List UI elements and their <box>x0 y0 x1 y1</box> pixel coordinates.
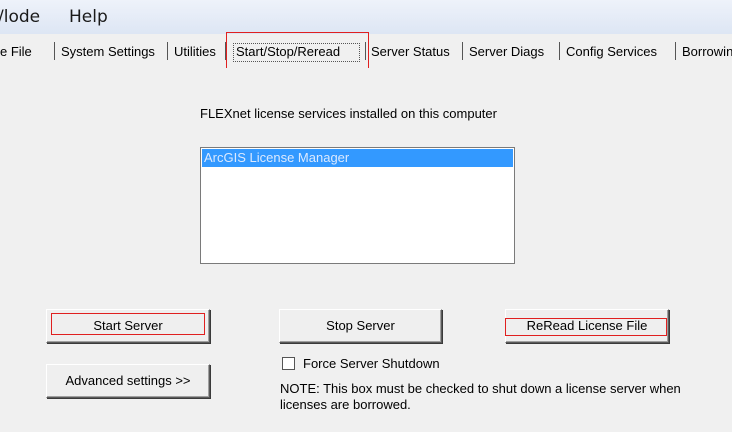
tab-config-services[interactable]: Config Services <box>566 44 657 59</box>
service-item-arcgis[interactable]: ArcGIS License Manager <box>202 149 513 167</box>
stop-server-button[interactable]: Stop Server <box>279 309 442 343</box>
advanced-settings-button[interactable]: Advanced settings >> <box>46 364 210 398</box>
borrow-note: NOTE: This box must be checked to shut d… <box>280 381 681 412</box>
force-shutdown-checkbox[interactable] <box>282 357 295 370</box>
menu-help[interactable]: Help <box>69 7 108 27</box>
tab-separator <box>54 42 55 60</box>
tab-utilities[interactable]: Utilities <box>174 44 216 59</box>
tab-separator <box>167 42 168 60</box>
tab-separator <box>559 42 560 60</box>
tab-server-diags[interactable]: Server Diags <box>469 44 544 59</box>
reread-license-button[interactable]: ReRead License File <box>505 309 669 343</box>
tab-license-file[interactable]: e File <box>0 44 32 59</box>
tab-separator <box>462 42 463 60</box>
start-server-button[interactable]: Start Server <box>46 309 210 343</box>
tab-separator <box>675 42 676 60</box>
tab-server-status[interactable]: Server Status <box>371 44 450 59</box>
menu-mode[interactable]: /lode <box>0 7 40 27</box>
tab-system-settings[interactable]: System Settings <box>61 44 155 59</box>
tab-borrowing[interactable]: Borrowin <box>682 44 732 59</box>
services-list[interactable]: ArcGIS License Manager <box>200 147 515 264</box>
force-shutdown-label[interactable]: Force Server Shutdown <box>303 356 440 371</box>
menu-bar: /lode Help <box>0 0 732 34</box>
services-heading: FLEXnet license services installed on th… <box>200 106 497 121</box>
